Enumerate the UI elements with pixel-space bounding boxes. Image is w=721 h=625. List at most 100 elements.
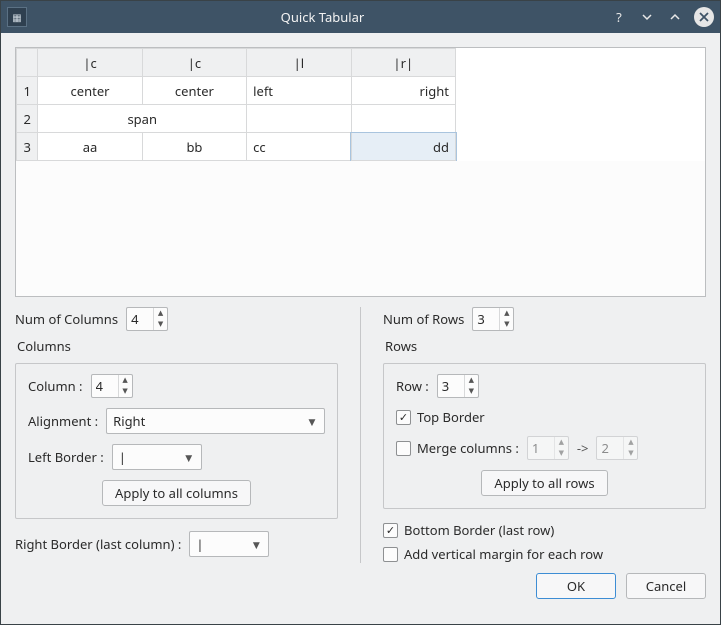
table-cell[interactable] xyxy=(247,105,351,133)
num-rows-input[interactable] xyxy=(473,308,499,330)
row-header[interactable]: 2 xyxy=(17,105,38,133)
table-cell[interactable]: span xyxy=(38,105,247,133)
row-input[interactable] xyxy=(438,375,464,397)
quick-tabular-window: ▦ Quick Tabular ? |c|c|l|r|1centercenter… xyxy=(0,0,721,625)
chevron-down-icon[interactable]: ▼ xyxy=(154,319,167,330)
column-header[interactable]: |c xyxy=(38,49,142,77)
merge-to-spinbox[interactable]: ▲▼ xyxy=(596,436,638,460)
table-cell[interactable]: dd xyxy=(351,133,455,161)
chevron-down-icon[interactable]: ▼ xyxy=(119,386,132,397)
tabular-preview: |c|c|l|r|1centercenterleftright2span3aab… xyxy=(15,47,706,297)
checkbox-box: ✓ xyxy=(383,523,398,538)
right-border-label: Right Border (last column) : xyxy=(15,535,181,553)
apply-all-rows-button[interactable]: Apply to all rows xyxy=(481,470,607,496)
chevron-down-icon: ▼ xyxy=(250,538,262,551)
settings-row: Num of Columns ▲▼ Columns Column : ▲▼ xyxy=(15,307,706,563)
columns-group-title: Columns xyxy=(15,337,338,355)
content-area: |c|c|l|r|1centercenterleftright2span3aab… xyxy=(1,33,720,624)
chevron-down-icon[interactable]: ▼ xyxy=(555,448,568,459)
left-border-value: | xyxy=(119,448,177,466)
chevron-down-icon: ▼ xyxy=(183,451,195,464)
apply-all-rows-label: Apply to all rows xyxy=(494,474,594,492)
columns-panel: Num of Columns ▲▼ Columns Column : ▲▼ xyxy=(15,307,338,563)
bottom-border-checkbox[interactable]: ✓ Bottom Border (last row) xyxy=(383,521,706,539)
table-corner xyxy=(17,49,38,77)
num-rows-label: Num of Rows xyxy=(383,310,464,328)
chevron-down-icon[interactable]: ▼ xyxy=(500,319,513,330)
num-rows-field: Num of Rows ▲▼ xyxy=(383,307,706,331)
num-columns-label: Num of Columns xyxy=(15,310,118,328)
table-cell[interactable]: bb xyxy=(142,133,246,161)
alignment-value: Right xyxy=(113,412,300,430)
help-icon[interactable]: ? xyxy=(610,8,628,26)
table-cell[interactable] xyxy=(351,105,455,133)
titlebar: ▦ Quick Tabular ? xyxy=(1,1,720,33)
vmargin-label: Add vertical margin for each row xyxy=(404,545,603,563)
checkbox-box: ✓ xyxy=(396,410,411,425)
column-input[interactable] xyxy=(92,375,118,397)
chevron-up-icon[interactable]: ▲ xyxy=(465,375,478,386)
num-columns-field: Num of Columns ▲▼ xyxy=(15,307,338,331)
apply-all-columns-label: Apply to all columns xyxy=(115,484,238,502)
num-columns-input[interactable] xyxy=(127,308,153,330)
column-label: Column : xyxy=(28,377,83,395)
column-spinbox[interactable]: ▲▼ xyxy=(91,374,133,398)
checkbox-box xyxy=(396,441,411,456)
checkbox-box xyxy=(383,547,398,562)
table-cell[interactable]: right xyxy=(351,77,455,105)
merge-columns-checkbox[interactable]: Merge columns : xyxy=(396,439,519,457)
right-border-combo[interactable]: | ▼ xyxy=(189,531,269,557)
cancel-button[interactable]: Cancel xyxy=(626,573,706,599)
alignment-label: Alignment : xyxy=(28,412,98,430)
ok-button[interactable]: OK xyxy=(536,573,616,599)
table-cell[interactable]: aa xyxy=(38,133,142,161)
top-border-checkbox[interactable]: ✓ Top Border xyxy=(396,408,693,426)
merge-to-input[interactable] xyxy=(597,437,623,459)
row-header[interactable]: 3 xyxy=(17,133,38,161)
num-columns-spinbox[interactable]: ▲▼ xyxy=(126,307,168,331)
app-icon: ▦ xyxy=(7,7,27,27)
tabular-table[interactable]: |c|c|l|r|1centercenterleftright2span3aab… xyxy=(16,48,456,161)
window-title: Quick Tabular xyxy=(35,8,610,26)
merge-from-spinbox[interactable]: ▲▼ xyxy=(527,436,569,460)
chevron-down-icon: ▼ xyxy=(306,415,318,428)
row-label: Row : xyxy=(396,377,429,395)
merge-arrow-label: -> xyxy=(577,439,589,457)
right-border-value: | xyxy=(196,535,244,553)
chevron-down-icon[interactable]: ▼ xyxy=(465,386,478,397)
close-icon[interactable] xyxy=(694,7,714,27)
chevron-up-icon[interactable]: ▲ xyxy=(119,375,132,386)
chevron-up-icon[interactable]: ▲ xyxy=(624,437,637,448)
column-header[interactable]: |l xyxy=(247,49,351,77)
table-cell[interactable]: center xyxy=(142,77,246,105)
chevron-up-icon[interactable]: ▲ xyxy=(500,308,513,319)
column-header[interactable]: |c xyxy=(142,49,246,77)
row-spinbox[interactable]: ▲▼ xyxy=(437,374,479,398)
maximize-icon[interactable] xyxy=(666,8,684,26)
table-cell[interactable]: center xyxy=(38,77,142,105)
num-rows-spinbox[interactable]: ▲▼ xyxy=(472,307,514,331)
rows-group: Row : ▲▼ ✓ Top Border Merge columns xyxy=(383,363,706,509)
column-header[interactable]: |r| xyxy=(351,49,455,77)
apply-all-columns-button[interactable]: Apply to all columns xyxy=(102,480,251,506)
chevron-up-icon[interactable]: ▲ xyxy=(154,308,167,319)
table-cell[interactable]: left xyxy=(247,77,351,105)
chevron-up-icon[interactable]: ▲ xyxy=(555,437,568,448)
vmargin-checkbox[interactable]: Add vertical margin for each row xyxy=(383,545,706,563)
ok-label: OK xyxy=(567,577,585,595)
chevron-down-icon[interactable]: ▼ xyxy=(624,448,637,459)
vertical-divider xyxy=(360,307,361,563)
minimize-icon[interactable] xyxy=(638,8,656,26)
top-border-label: Top Border xyxy=(417,408,485,426)
merge-from-input[interactable] xyxy=(528,437,554,459)
rows-panel: Num of Rows ▲▼ Rows Row : ▲▼ xyxy=(383,307,706,563)
left-border-label: Left Border : xyxy=(28,448,104,466)
table-cell[interactable]: cc xyxy=(247,133,351,161)
columns-group: Column : ▲▼ Alignment : Right ▼ xyxy=(15,363,338,519)
row-header[interactable]: 1 xyxy=(17,77,38,105)
merge-columns-label: Merge columns : xyxy=(417,439,519,457)
dialog-footer: OK Cancel xyxy=(15,573,706,599)
bottom-border-label: Bottom Border (last row) xyxy=(404,521,554,539)
alignment-combo[interactable]: Right ▼ xyxy=(106,408,325,434)
left-border-combo[interactable]: | ▼ xyxy=(112,444,202,470)
